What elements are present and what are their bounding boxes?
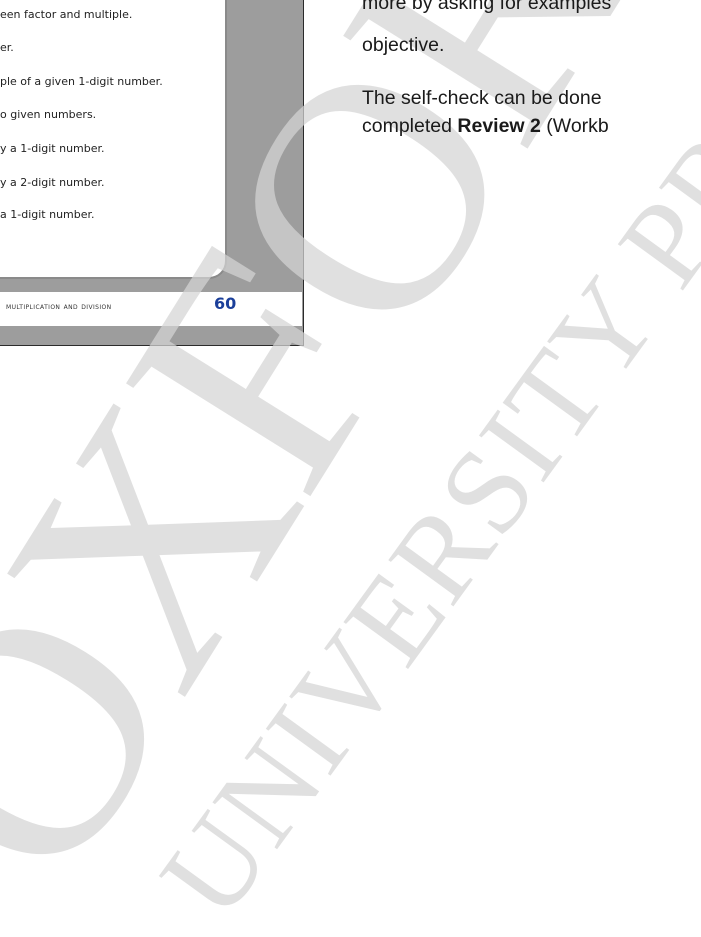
review-reference: Review 2 [457,115,541,137]
body-line: objective. [362,34,445,56]
body-line: The self-check can be done [362,87,602,109]
body-text-segment: completed [362,115,458,137]
chapter-title: multiplication and division [6,302,112,312]
objective-item: o given numbers. [0,108,97,121]
body-text-segment: (Workb [540,115,609,137]
objective-item: a 1-digit number. [0,208,95,221]
objective-item: er. [0,41,14,54]
objective-item: y a 2-digit number. [0,176,105,189]
thumbnail-footer: multiplication and division 60 [0,292,302,326]
objective-item: y a 1-digit number. [0,142,105,155]
workbook-page-thumbnail: een factor and multiple. er. ple of a gi… [0,0,304,346]
objective-item: een factor and multiple. [0,8,133,21]
body-line: more by asking for examples [362,0,612,14]
objectives-card: een factor and multiple. er. ple of a gi… [0,0,227,279]
document-page: een factor and multiple. er. ple of a gi… [0,0,701,937]
objective-item: ple of a given 1-digit number. [0,75,163,88]
body-line: completed Review 2 (Workb [362,114,609,138]
page-number: 60 [214,294,237,313]
